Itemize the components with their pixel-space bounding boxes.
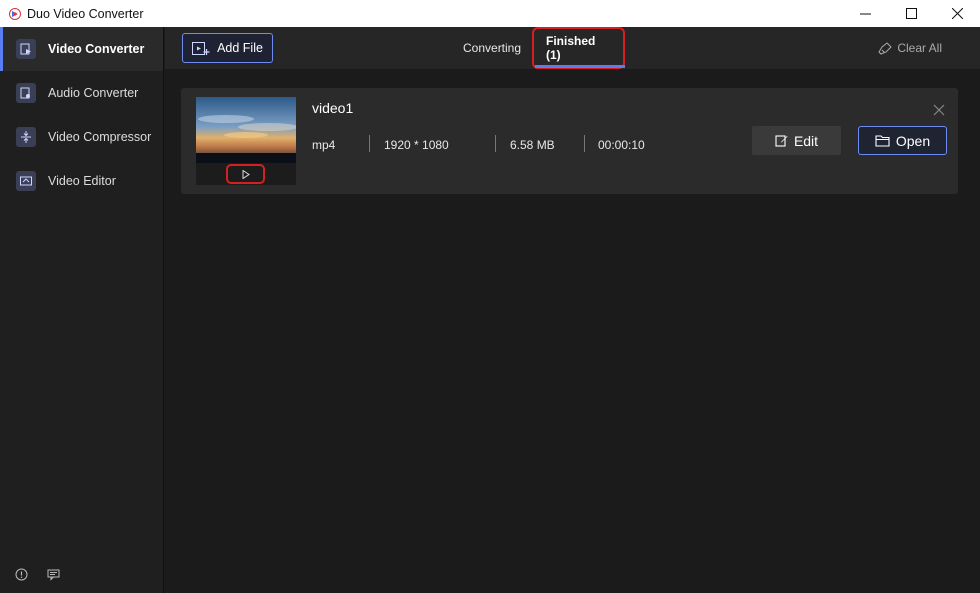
audio-convert-icon	[16, 83, 36, 103]
remove-file-icon[interactable]	[933, 104, 945, 116]
file-card: video1 mp4 1920 * 1080 6.58 MB 00:00:10 …	[181, 88, 958, 194]
feedback-icon[interactable]	[46, 567, 60, 581]
sidebar-item-video-editor[interactable]: Video Editor	[0, 159, 163, 203]
tab-label: Finished (1)	[532, 27, 625, 69]
maximize-button[interactable]	[888, 0, 934, 27]
sidebar-item-label: Video Compressor	[48, 130, 152, 144]
file-format: mp4	[312, 138, 336, 152]
sidebar-item-video-converter[interactable]: Video Converter	[0, 27, 163, 71]
title-bar: Duo Video Converter	[0, 0, 980, 27]
open-folder-button[interactable]: Open	[858, 126, 947, 155]
video-thumbnail[interactable]	[196, 97, 296, 185]
close-icon	[951, 8, 963, 19]
divider	[495, 135, 496, 152]
top-toolbar: Add File Converting Finished (1) Clear A…	[165, 27, 980, 69]
sidebar-item-video-compressor[interactable]: Video Compressor	[0, 115, 163, 159]
add-file-label: Add File	[217, 41, 263, 55]
sidebar: Video Converter Audio Converter Video Co…	[0, 27, 164, 593]
edit-button[interactable]: Edit	[752, 126, 841, 155]
info-icon[interactable]	[14, 567, 28, 581]
file-name: video1	[312, 100, 354, 116]
file-resolution: 1920 * 1080	[384, 138, 449, 152]
active-tab-indicator	[535, 65, 625, 68]
edit-label: Edit	[793, 132, 819, 149]
add-file-button[interactable]: Add File	[182, 33, 273, 63]
clear-all-button[interactable]: Clear All	[878, 27, 942, 69]
window-title: Duo Video Converter	[27, 6, 144, 21]
minimize-button[interactable]	[842, 0, 888, 27]
play-icon	[242, 169, 250, 179]
edit-icon	[775, 135, 788, 147]
file-size: 6.58 MB	[510, 138, 555, 152]
tab-finished[interactable]: Finished (1)	[532, 27, 625, 69]
video-convert-icon	[16, 39, 36, 59]
thumbnail-image	[196, 97, 296, 163]
play-button[interactable]	[226, 164, 265, 184]
app-logo-icon	[9, 7, 21, 20]
broom-icon	[878, 41, 893, 55]
tab-label: Converting	[463, 41, 522, 55]
minimize-icon	[859, 13, 871, 15]
add-file-icon	[192, 41, 210, 55]
compress-icon	[16, 127, 36, 147]
folder-icon	[875, 135, 890, 147]
sidebar-item-label: Video Converter	[48, 42, 145, 56]
maximize-icon	[905, 8, 917, 19]
main-content: video1 mp4 1920 * 1080 6.58 MB 00:00:10 …	[165, 69, 980, 593]
sidebar-item-label: Audio Converter	[48, 86, 139, 100]
tab-converting[interactable]: Converting	[463, 27, 521, 69]
clear-all-label: Clear All	[897, 41, 942, 55]
video-edit-icon	[16, 171, 36, 191]
sidebar-item-label: Video Editor	[48, 174, 116, 188]
sidebar-item-audio-converter[interactable]: Audio Converter	[0, 71, 163, 115]
divider	[369, 135, 370, 152]
divider	[584, 135, 585, 152]
close-window-button[interactable]	[934, 0, 980, 27]
open-label: Open	[895, 132, 931, 149]
file-duration: 00:00:10	[598, 138, 645, 152]
